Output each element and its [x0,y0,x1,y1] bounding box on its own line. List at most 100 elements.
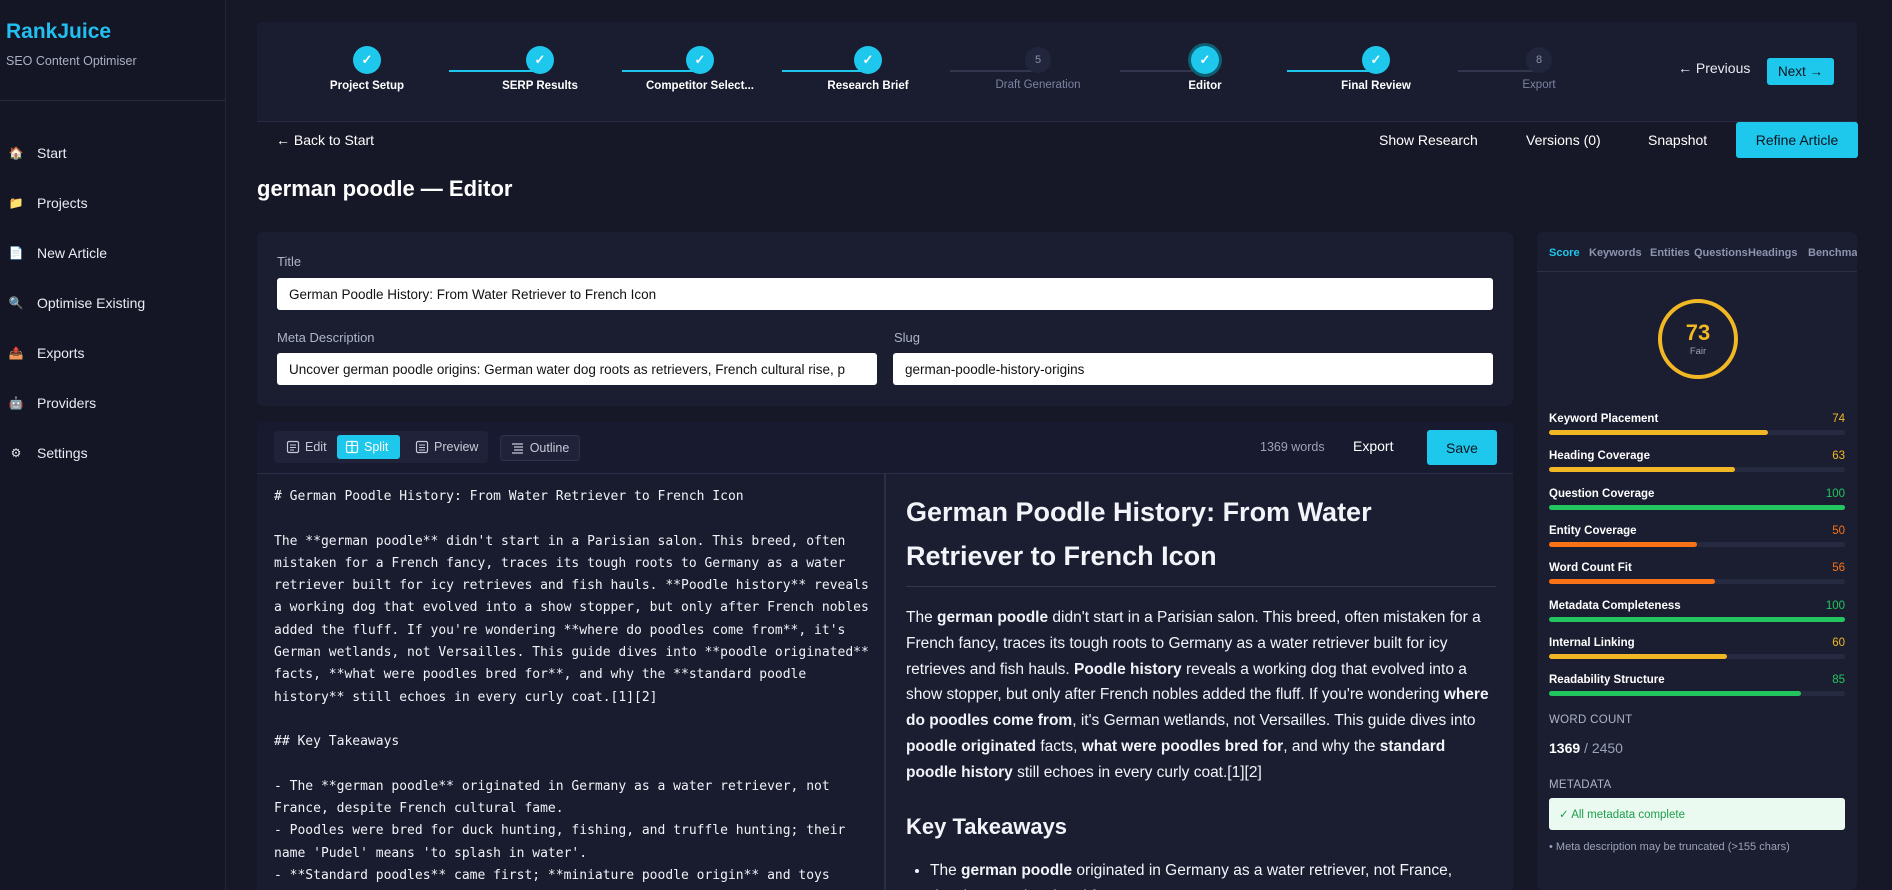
overall-score-label: Fair [1689,345,1707,357]
step-project-setup[interactable]: ✓ Project Setup [307,46,427,92]
overall-score-value: 73 [1685,319,1711,345]
step-export[interactable]: 8 Export [1479,46,1599,91]
sidebar-item-new-article[interactable]: 📄 New Article [0,228,226,278]
text-run: facts, [1036,737,1082,755]
sidebar-item-label: Start [37,145,67,161]
metric-internal-linking: Internal Linking 60 [1549,637,1845,667]
previous-button[interactable]: ← Previous [1678,60,1750,76]
metadata-warning-text: Meta description may be truncated (>155 … [1555,841,1790,853]
word-count-summary: 1369 / 2450 [1549,740,1623,756]
split-mode-button[interactable]: Split [337,435,400,459]
show-research-button[interactable]: Show Research [1379,132,1478,148]
metric-name: Word Count Fit [1549,562,1632,575]
outbox-icon: 📤 [8,346,24,360]
export-button[interactable]: Export [1353,438,1393,454]
check-icon: ✓ [686,46,714,74]
sidebar-nav: 🏠 Start 📁 Projects 📄 New Article 🔍 Optimise Exi… [0,128,226,478]
metadata-heading: METADATA [1549,779,1612,791]
bold-keyword: poodle originated [906,737,1037,755]
preview-heading: German Poodle History: From Water Retrie… [906,490,1496,587]
outline-icon [511,443,523,454]
text-run: The [930,861,962,879]
metric-name: Internal Linking [1549,636,1635,649]
save-button[interactable]: Save [1427,430,1497,465]
metadata-warning: • Meta description may be truncated (>15… [1549,841,1790,853]
outline-label: Outline [529,441,570,455]
tab-headings[interactable]: Headings [1748,247,1798,259]
brand-logo[interactable]: RankJuice [6,20,225,44]
slug-field[interactable]: german-poodle-history-origins [893,353,1493,385]
edit-mode-button[interactable]: Edit [278,435,330,459]
markdown-source-editor[interactable]: # German Poodle History: From Water Retr… [257,474,884,890]
tab-benchma[interactable]: Benchma [1808,247,1857,259]
panel-tabs: Score Keywords Entities Questions Headings Be… [1537,232,1857,272]
preview-mode-label: Preview [434,440,479,454]
split-divider[interactable] [884,474,886,890]
text-run: The [906,609,938,626]
refine-article-button[interactable]: Refine Article [1736,122,1858,158]
versions-button[interactable]: Versions (0) [1526,132,1601,148]
word-count-current: 1369 [1549,740,1581,756]
metric-metadata-completeness: Metadata Completeness 100 [1549,600,1845,630]
step-draft-generation[interactable]: 5 Draft Generation [978,46,1098,91]
document-icon: 📄 [8,246,24,260]
metric-bar-track [1549,467,1845,473]
snapshot-button[interactable]: Snapshot [1648,132,1707,148]
bold-keyword: german poodle [937,609,1049,626]
word-count-target: / 2450 [1584,740,1623,756]
metric-entity-coverage: Entity Coverage 50 [1549,525,1845,555]
preview-mode-button[interactable]: Preview [407,435,483,459]
brand: RankJuice SEO Content Optimiser [0,0,225,68]
sidebar-item-exports[interactable]: 📤 Exports [0,328,226,378]
meta-description-field[interactable]: Uncover german poodle origins: German wa… [277,353,877,385]
back-to-start-link[interactable]: ← Back to Start [276,132,374,148]
sidebar-item-providers[interactable]: 🤖 Providers [0,378,226,428]
sidebar-item-start[interactable]: 🏠 Start [0,128,226,178]
magnifier-icon: 🔍 [8,296,24,310]
metric-value: 100 [1825,487,1845,500]
meta-description-label: Meta Description [277,330,375,345]
tab-entities[interactable]: Entities [1650,247,1690,259]
metric-name: Question Coverage [1549,487,1655,500]
metric-value: 100 [1825,599,1845,612]
sidebar-item-label: Exports [37,345,85,361]
tab-score[interactable]: Score [1549,247,1580,259]
metric-bar-track [1549,616,1845,622]
step-final-review[interactable]: ✓ Final Review [1316,46,1436,92]
title-label: Title [277,254,302,269]
editor-bar: Edit Split Preview Outline 1369 words Ex… [257,422,1513,474]
title-field[interactable]: German Poodle History: From Water Retrie… [277,278,1493,310]
metric-bar-track [1549,691,1845,697]
metric-bar-track [1549,653,1845,659]
check-icon: ✓ [526,46,554,74]
step-label: Project Setup [329,80,405,92]
step-serp-results[interactable]: ✓ SERP Results [480,46,600,92]
tab-keywords[interactable]: Keywords [1589,247,1642,259]
step-label: Competitor Select... [646,80,754,92]
article-editor: Edit Split Preview Outline 1369 words Ex… [257,422,1513,890]
preview-intro-paragraph: The german poodle didn't start in a Pari… [906,605,1496,786]
step-editor[interactable]: ✓ Editor [1145,46,1265,92]
sidebar-item-projects[interactable]: 📁 Projects [0,178,226,228]
preview-takeaways-list: The german poodle originated in Germany … [906,858,1496,890]
step-competitor-select[interactable]: ✓ Competitor Select... [640,46,760,92]
step-number: 5 [1025,47,1051,73]
next-button[interactable]: Next → [1767,58,1834,85]
tab-questions[interactable]: Questions [1694,247,1748,259]
workflow-stepper: ← Previous Next → ✓ Project Setup ✓ SERP Re… [257,22,1857,121]
sidebar-item-optimise-existing[interactable]: 🔍 Optimise Existing [0,278,226,328]
metric-value: 56 [1832,562,1845,575]
bold-keyword: german poodle [961,861,1073,879]
step-research-brief[interactable]: ✓ Research Brief [808,46,928,92]
slug-label: Slug [894,330,921,345]
outline-button[interactable]: Outline [500,435,580,461]
metric-name: Readability Structure [1549,674,1665,687]
text-run: , it's German wetlands, not Versailles. … [1072,712,1476,730]
metric-bar-fill [1549,579,1715,585]
metric-bar-track [1549,504,1845,510]
step-label: Research Brief [827,80,909,92]
sidebar-item-settings[interactable]: ⚙ Settings [0,428,226,478]
step-label: SERP Results [502,80,578,92]
metric-bar-fill [1549,691,1801,697]
metric-value: 74 [1832,413,1845,425]
